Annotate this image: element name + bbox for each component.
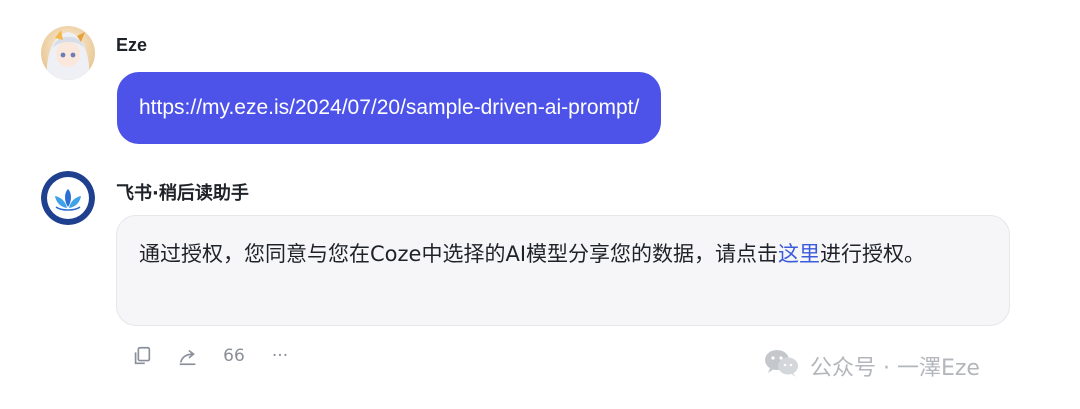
wechat-icon [762, 347, 802, 385]
user-name: Eze [116, 35, 148, 55]
bot-message-text-after: 进行授权。 [820, 242, 926, 266]
bot-avatar[interactable] [41, 171, 95, 225]
share-icon [179, 349, 196, 366]
bot-message-text-before: 通过授权，您同意与您在Coze中选择的AI模型分享您的数据，请点击 [139, 242, 779, 266]
copy-button[interactable] [130, 344, 154, 368]
authorize-link[interactable]: 这里 [778, 242, 820, 266]
user-avatar[interactable] [41, 26, 95, 80]
watermark-text: 公众号 · 一澤Eze [810, 356, 980, 381]
watermark: 公众号 · 一澤Eze [762, 346, 980, 386]
bot-name: 飞书·稍后读助手 [116, 183, 249, 204]
message-actions: 66 ··· [130, 342, 292, 370]
more-button[interactable]: ··· [268, 344, 292, 368]
copy-icon [134, 346, 151, 365]
quote-button[interactable]: 66 [222, 344, 246, 368]
share-button[interactable] [176, 344, 200, 368]
user-message-bubble[interactable]: https://my.eze.is/2024/07/20/sample-driv… [117, 72, 662, 144]
bot-avatar-image [41, 171, 95, 225]
bot-message-bubble: 通过授权，您同意与您在Coze中选择的AI模型分享您的数据，请点击这里进行授权。 [116, 215, 1010, 326]
user-avatar-image [41, 26, 95, 80]
